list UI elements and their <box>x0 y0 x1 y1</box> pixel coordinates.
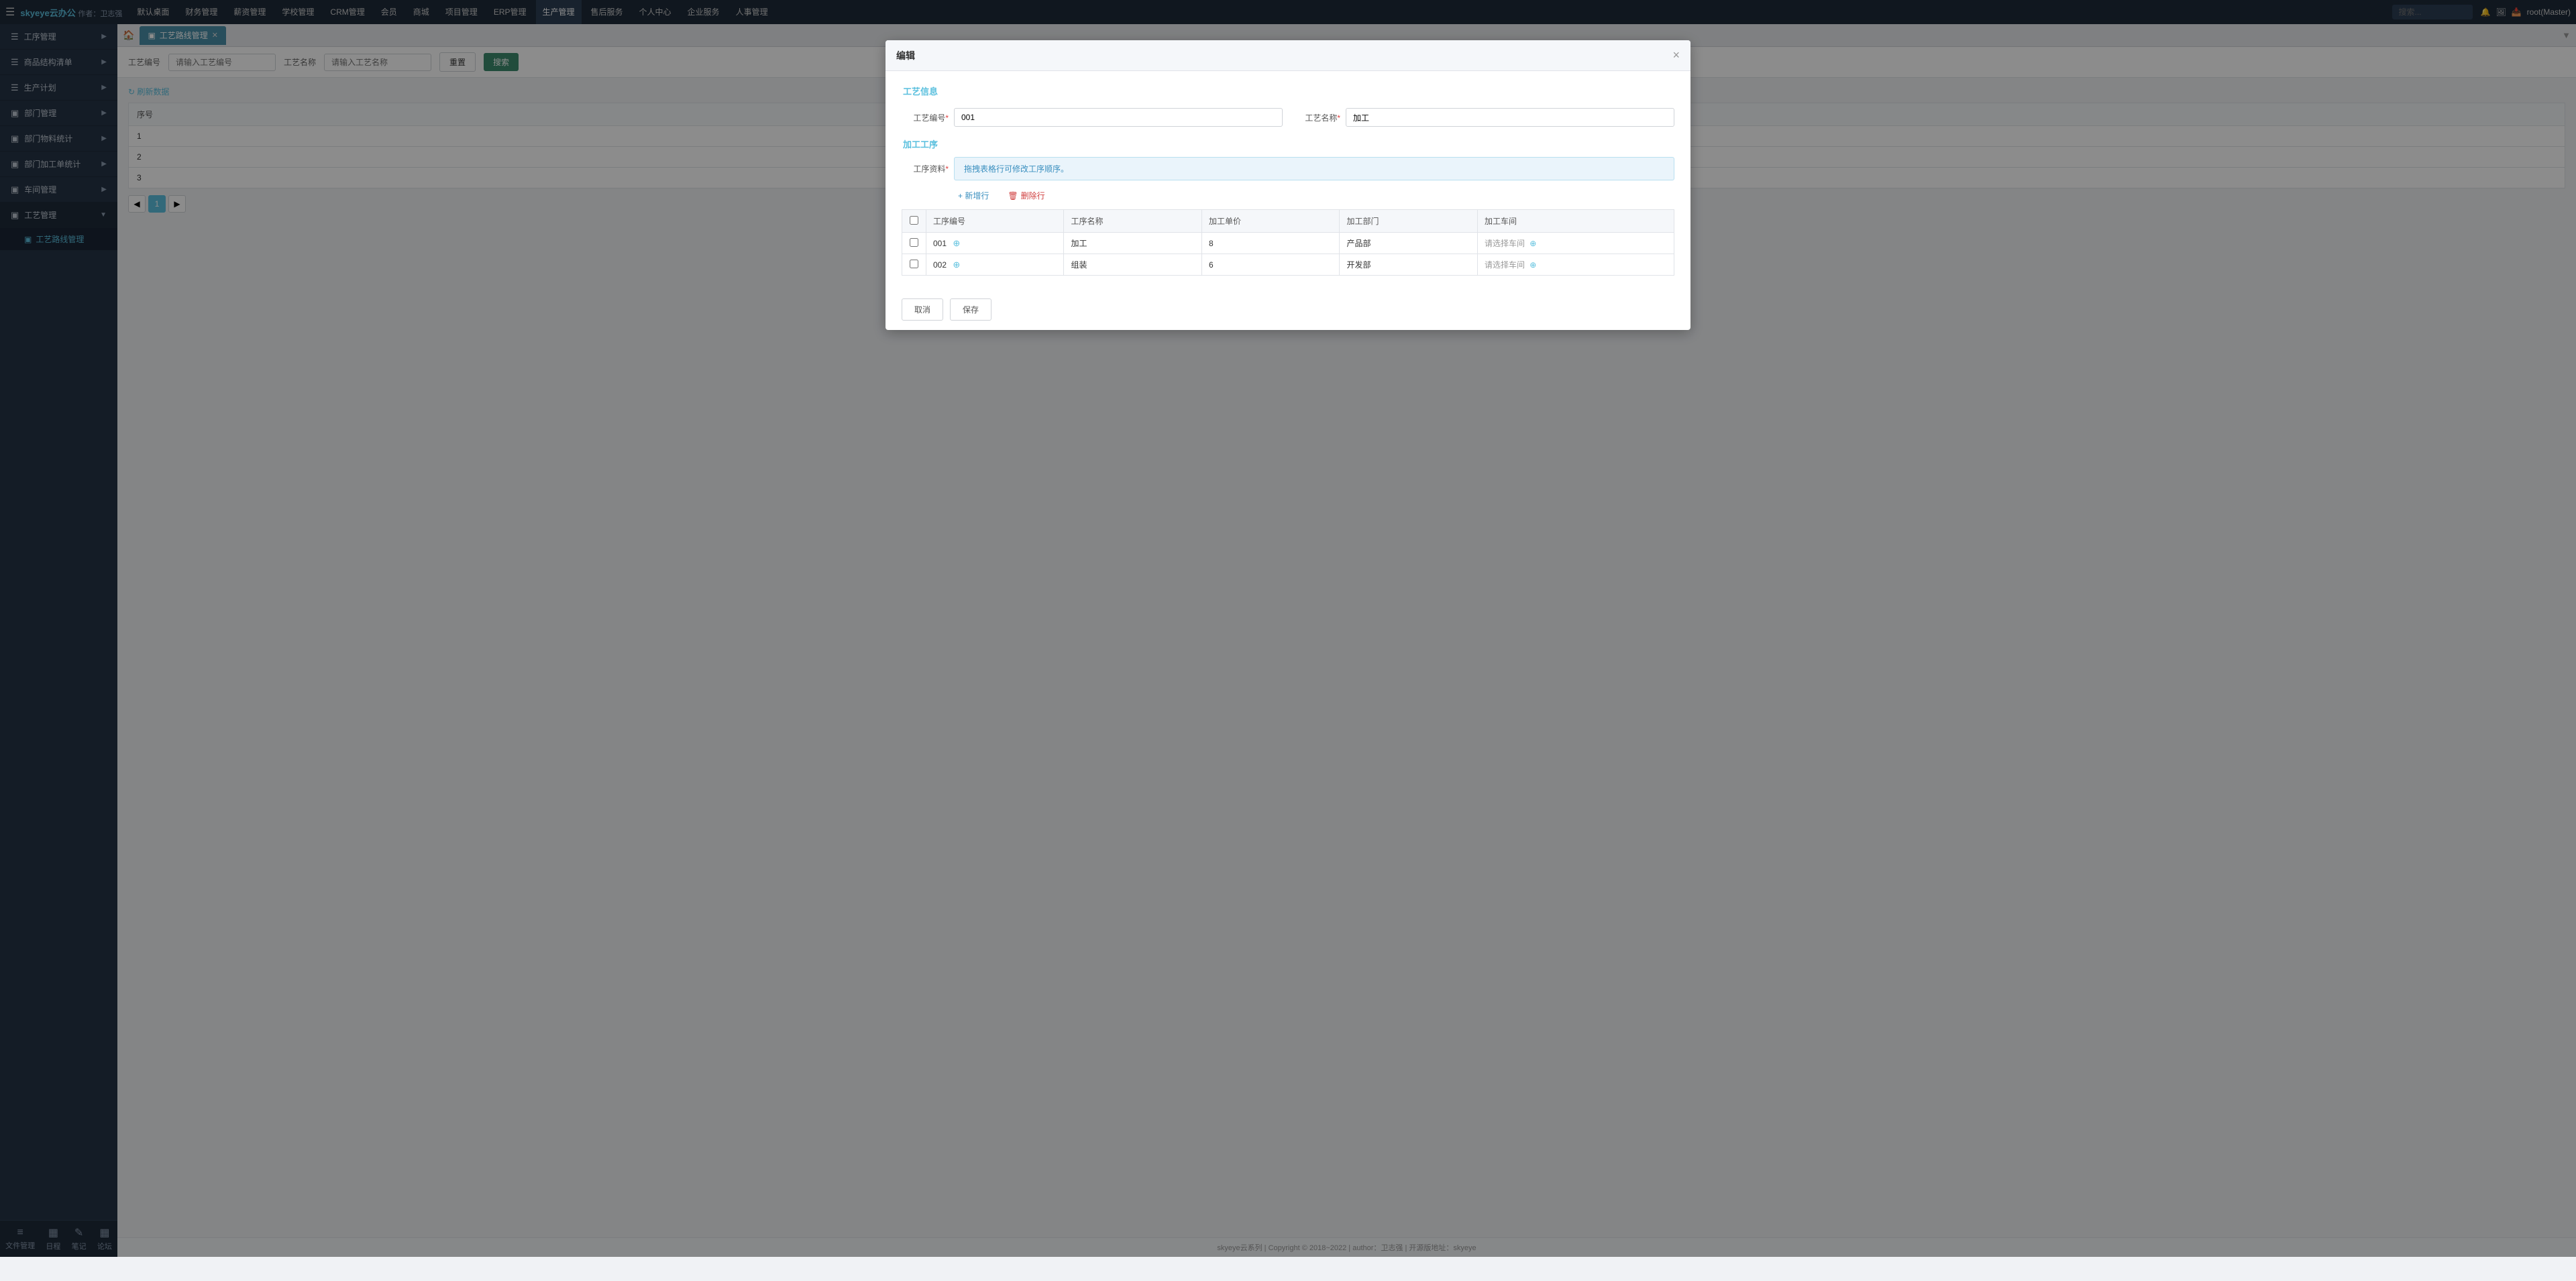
delete-row-button[interactable]: 🗑 删除行 <box>1004 187 1049 204</box>
inner-table: 工序编号 工序名称 加工单价 加工部门 加工车间 <box>902 209 1674 276</box>
required-star: * <box>945 113 949 123</box>
field-process-code: 工艺编号* <box>902 108 1283 127</box>
drag-hint: 拖拽表格行可修改工序顺序。 <box>954 157 1674 180</box>
select-all-checkbox[interactable] <box>910 216 918 225</box>
process-data-row: 工序资料* 拖拽表格行可修改工序顺序。 <box>902 157 1674 180</box>
form-row-main: 工艺编号* 工艺名称* <box>902 108 1674 127</box>
inner-table-row: 001 ⊕ 加工 8 产品部 请选择车间 ⊕ <box>902 233 1674 254</box>
col-header-step-name: 工序名称 <box>1064 210 1201 233</box>
required-star3: * <box>945 164 949 174</box>
process-name-input[interactable] <box>1346 108 1674 127</box>
modal-overlay: 编辑 × 工艺信息 工艺编号* 工艺名称* <box>0 0 2576 1257</box>
required-star2: * <box>1337 113 1340 123</box>
field-process-name: 工艺名称* <box>1293 108 1674 127</box>
col-header-workshop: 加工车间 <box>1477 210 1674 233</box>
cancel-button[interactable]: 取消 <box>902 298 943 321</box>
edit-modal: 编辑 × 工艺信息 工艺编号* 工艺名称* <box>885 40 1690 330</box>
row2-code-add-icon[interactable]: ⊕ <box>953 260 960 270</box>
process-data-label: 工序资料* <box>902 163 949 174</box>
save-button[interactable]: 保存 <box>950 298 991 321</box>
row2-dept: 开发部 <box>1340 254 1477 276</box>
row2-workshop[interactable]: 请选择车间 ⊕ <box>1477 254 1674 276</box>
row1-step-code: 001 ⊕ <box>926 233 1064 254</box>
process-code-label: 工艺编号* <box>902 112 949 123</box>
row1-checkbox-cell <box>902 233 926 254</box>
modal-body: 工艺信息 工艺编号* 工艺名称* 加工工序 <box>885 71 1690 289</box>
modal-close-button[interactable]: × <box>1672 48 1680 62</box>
row1-workshop[interactable]: 请选择车间 ⊕ <box>1477 233 1674 254</box>
row2-checkbox-cell <box>902 254 926 276</box>
process-name-label: 工艺名称* <box>1293 112 1340 123</box>
row2-step-name: 组装 <box>1064 254 1201 276</box>
row1-checkbox[interactable] <box>909 238 919 247</box>
sub-section-title: 加工工序 <box>902 137 1674 150</box>
row2-workshop-select[interactable]: 请选择车间 <box>1485 260 1525 270</box>
process-code-input[interactable] <box>954 108 1283 127</box>
row1-unit-price: 8 <box>1201 233 1339 254</box>
col-header-dept: 加工部门 <box>1340 210 1477 233</box>
inner-table-row: 002 ⊕ 组装 6 开发部 请选择车间 ⊕ <box>902 254 1674 276</box>
row2-unit-price: 6 <box>1201 254 1339 276</box>
col-header-check <box>902 210 926 233</box>
table-actions: + 新增行 🗑 删除行 <box>954 187 1674 204</box>
row2-step-code: 002 ⊕ <box>926 254 1064 276</box>
modal-title: 编辑 <box>896 49 915 62</box>
inner-table-wrap: 工序编号 工序名称 加工单价 加工部门 加工车间 <box>902 209 1674 276</box>
col-header-unit-price: 加工单价 <box>1201 210 1339 233</box>
row1-workshop-select[interactable]: 请选择车间 <box>1485 239 1525 248</box>
add-row-button[interactable]: + 新增行 <box>954 187 993 204</box>
row2-checkbox[interactable] <box>909 260 919 268</box>
section-title-craft-info: 工艺信息 <box>902 85 1674 97</box>
modal-footer: 取消 保存 <box>885 289 1690 330</box>
trash-icon: 🗑 <box>1008 191 1018 201</box>
row1-workshop-add-icon[interactable]: ⊕ <box>1529 239 1536 248</box>
row1-dept: 产品部 <box>1340 233 1477 254</box>
col-header-step-code: 工序编号 <box>926 210 1064 233</box>
row1-step-name: 加工 <box>1064 233 1201 254</box>
row2-workshop-add-icon[interactable]: ⊕ <box>1529 260 1536 270</box>
modal-header: 编辑 × <box>885 40 1690 71</box>
row1-code-add-icon[interactable]: ⊕ <box>953 238 960 248</box>
